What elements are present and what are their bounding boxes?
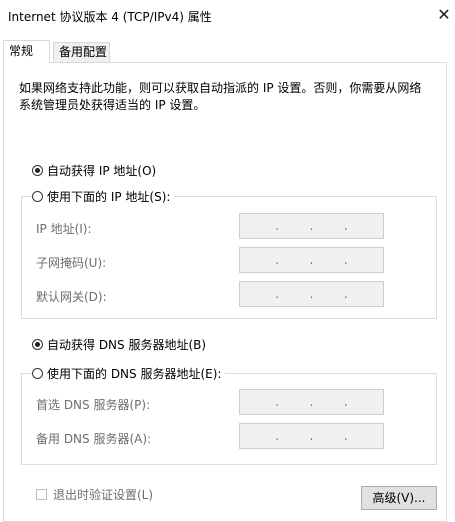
subnet-mask-label: 子网掩码(U): bbox=[36, 256, 107, 270]
ip-separator: . bbox=[275, 395, 280, 409]
tab-alternate-configuration[interactable]: 备用配置 bbox=[53, 42, 110, 62]
ip-separator: . bbox=[275, 253, 280, 267]
tab-general[interactable]: 常规 bbox=[3, 40, 50, 63]
manual-ip-label: 使用下面的 IP 地址(S): bbox=[47, 189, 171, 204]
ip-separator: . bbox=[309, 429, 314, 443]
ip-separator: . bbox=[343, 287, 348, 301]
alternate-dns-label: 备用 DNS 服务器(A): bbox=[36, 432, 152, 446]
title-bar: Internet 协议版本 4 (TCP/IPv4) 属性 ✕ bbox=[0, 0, 455, 32]
ip-separator: . bbox=[309, 287, 314, 301]
manual-dns-label: 使用下面的 DNS 服务器地址(E): bbox=[47, 366, 222, 381]
default-gateway-field[interactable]: . . . bbox=[239, 281, 384, 307]
close-icon[interactable]: ✕ bbox=[433, 4, 455, 26]
validate-settings-row[interactable]: 退出时验证设置(L) bbox=[36, 486, 153, 502]
preferred-dns-label: 首选 DNS 服务器(P): bbox=[36, 398, 151, 412]
ip-separator: . bbox=[343, 253, 348, 267]
ip-separator: . bbox=[275, 219, 280, 233]
ip-separator: . bbox=[275, 287, 280, 301]
alternate-dns-field[interactable]: . . . bbox=[239, 423, 384, 449]
ip-separator: . bbox=[275, 429, 280, 443]
validate-settings-checkbox[interactable] bbox=[36, 488, 47, 500]
ip-separator: . bbox=[309, 395, 314, 409]
manual-dns-radio[interactable] bbox=[32, 367, 43, 379]
advanced-button[interactable]: 高级(V)... bbox=[361, 486, 437, 510]
auto-dns-radio[interactable] bbox=[32, 338, 43, 350]
preferred-dns-field[interactable]: . . . bbox=[239, 389, 384, 415]
ip-separator: . bbox=[343, 429, 348, 443]
ip-separator: . bbox=[343, 395, 348, 409]
ip-separator: . bbox=[309, 253, 314, 267]
window-title: Internet 协议版本 4 (TCP/IPv4) 属性 bbox=[8, 10, 212, 24]
ip-address-field[interactable]: . . . bbox=[239, 213, 384, 239]
manual-ip-radio-row[interactable]: 使用下面的 IP 地址(S): bbox=[32, 187, 175, 205]
auto-dns-label: 自动获得 DNS 服务器地址(B) bbox=[47, 337, 207, 352]
auto-ip-radio-row[interactable]: 自动获得 IP 地址(O) bbox=[32, 161, 156, 179]
manual-dns-radio-row[interactable]: 使用下面的 DNS 服务器地址(E): bbox=[32, 364, 226, 382]
manual-dns-group bbox=[21, 373, 437, 465]
auto-ip-radio[interactable] bbox=[32, 164, 43, 176]
validate-settings-label: 退出时验证设置(L) bbox=[53, 487, 154, 502]
ip-separator: . bbox=[309, 219, 314, 233]
ip-address-label: IP 地址(I): bbox=[36, 222, 92, 236]
auto-ip-label: 自动获得 IP 地址(O) bbox=[47, 163, 157, 178]
subnet-mask-field[interactable]: . . . bbox=[239, 247, 384, 273]
manual-ip-radio[interactable] bbox=[32, 190, 43, 202]
description-text: 如果网络支持此功能，则可以获取自动指派的 IP 设置。否则，你需要从网络系统管理… bbox=[19, 81, 422, 112]
auto-dns-radio-row[interactable]: 自动获得 DNS 服务器地址(B) bbox=[32, 335, 206, 353]
tab-strip: 备用配置 常规 bbox=[0, 40, 455, 63]
ip-separator: . bbox=[343, 219, 348, 233]
default-gateway-label: 默认网关(D): bbox=[36, 290, 107, 304]
